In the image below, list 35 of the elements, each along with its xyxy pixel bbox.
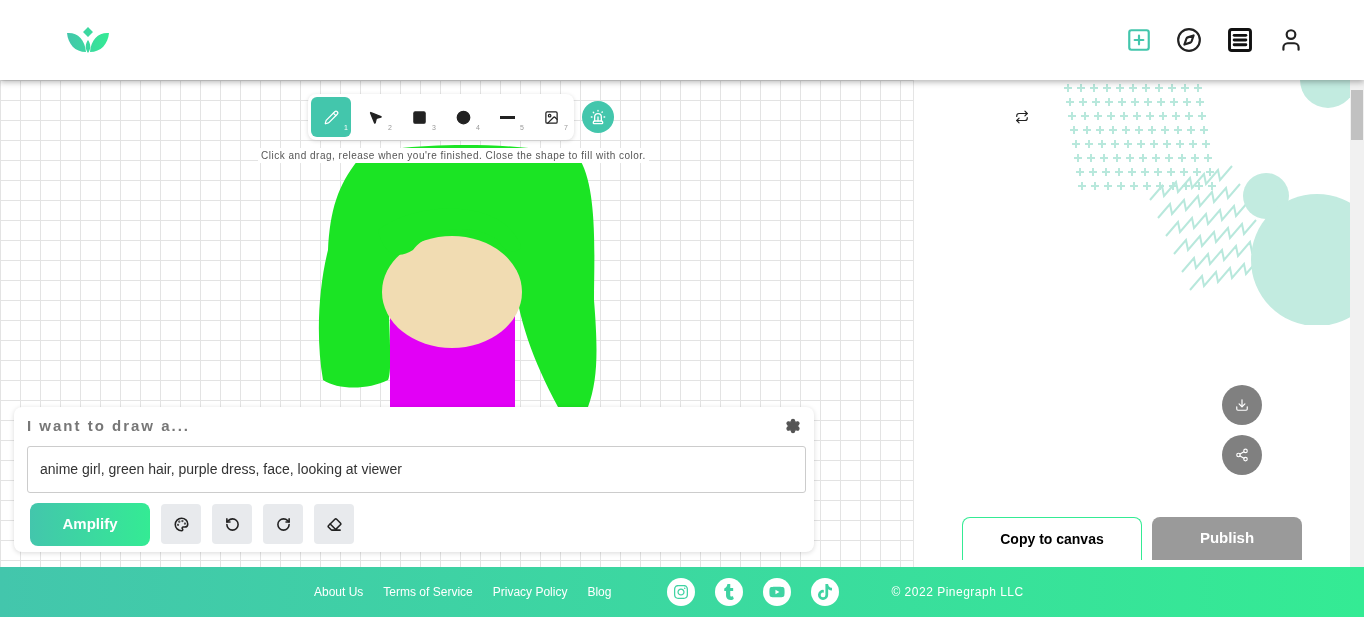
copyright-text: © 2022 Pinegraph LLC xyxy=(891,584,1024,601)
undo-icon xyxy=(224,516,240,532)
pencil-icon xyxy=(323,109,339,125)
scrollbar[interactable] xyxy=(1350,80,1364,567)
tool-action-button[interactable] xyxy=(314,504,354,544)
repeat-icon[interactable] xyxy=(1015,110,1029,124)
amplify-button[interactable]: Amplify xyxy=(30,502,150,546)
download-icon xyxy=(1235,398,1249,412)
prompt-title: I want to draw a... xyxy=(27,416,191,436)
eraser-icon xyxy=(326,516,342,532)
footer-link[interactable]: Privacy Policy xyxy=(492,583,568,601)
alarm-icon xyxy=(590,109,606,125)
footer-link[interactable]: Terms of Service xyxy=(383,583,473,601)
copy-to-canvas-button[interactable]: Copy to canvas xyxy=(962,517,1142,560)
compass-icon[interactable] xyxy=(1176,27,1202,53)
prompt-input[interactable]: anime girl, green hair, purple dress, face, looking at viewer xyxy=(27,445,806,493)
pointer-icon xyxy=(367,109,383,125)
download-button[interactable] xyxy=(1222,385,1262,425)
tool-action-button[interactable] xyxy=(161,504,201,544)
redo-icon xyxy=(275,516,291,532)
tool-action-button[interactable] xyxy=(212,504,252,544)
logo-icon xyxy=(67,27,109,53)
share-icon xyxy=(1235,448,1249,462)
settings-icon[interactable] xyxy=(785,418,801,435)
image-icon xyxy=(543,109,559,125)
share-button[interactable] xyxy=(1222,435,1262,475)
footer-link[interactable]: Blog xyxy=(587,583,612,601)
drawing-hint: Click and drag, release when you're finished. Close the shape to fill with color. xyxy=(258,148,649,163)
menu-icon[interactable] xyxy=(1226,26,1254,54)
palette-icon xyxy=(173,516,189,532)
square-icon xyxy=(411,109,427,125)
footer-link[interactable]: About Us xyxy=(314,583,364,601)
publish-button[interactable]: Publish xyxy=(1152,517,1302,560)
tool-action-button[interactable] xyxy=(263,504,303,544)
circle-icon xyxy=(455,109,471,125)
